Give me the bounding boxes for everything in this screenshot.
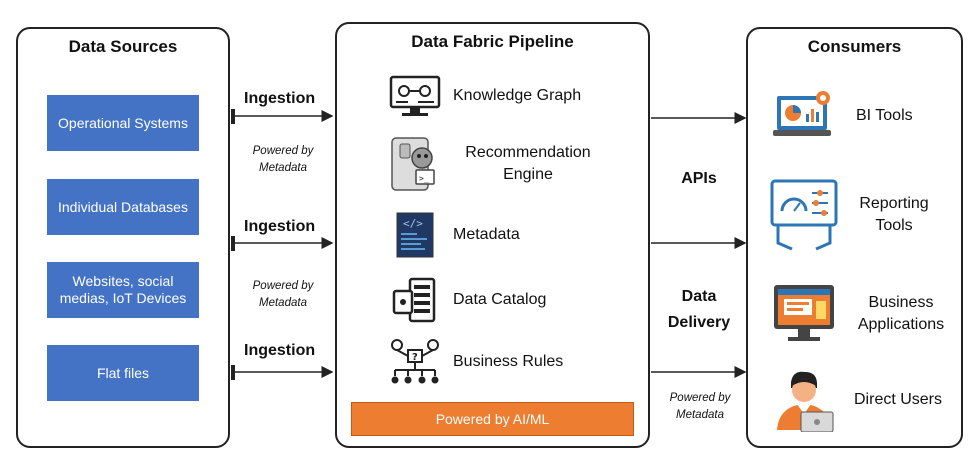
- pipeline-item-recommendation-engine: >_ Recommendation Engine: [387, 132, 603, 196]
- metadata-label-1: Powered by Metadata: [252, 145, 314, 174]
- pipeline-item-knowledge-graph: Knowledge Graph: [387, 72, 581, 120]
- ingestion-arrow-1: [231, 109, 334, 124]
- svg-text:>_: >_: [419, 174, 429, 183]
- ingestion-label-1: Ingestion: [244, 90, 316, 107]
- powered-by-ai-ml-bar: Powered by AI/ML: [351, 402, 634, 436]
- data-sources-title: Data Sources: [68, 37, 178, 56]
- pipeline-panel: Data Fabric Pipeline Knowledge Graph >_ …: [335, 22, 650, 448]
- data-sources-panel: Data Sources Operational Systems Individ…: [16, 27, 230, 448]
- data-delivery-label: Data Delivery: [667, 288, 731, 331]
- consumers-title: Consumers: [807, 37, 902, 56]
- consumer-label-business-applications: Business Applications: [857, 294, 945, 333]
- data-catalog-icon: [387, 276, 443, 324]
- consumer-reporting-tools: Reporting Tools: [768, 175, 936, 255]
- ingestion-label-2: Ingestion: [244, 218, 316, 235]
- source-individual-databases: Individual Databases: [47, 179, 199, 235]
- pipeline-label-metadata: Metadata: [453, 226, 520, 243]
- consumers-panel: Consumers BI Tools Reporting Tools Busin…: [746, 27, 963, 448]
- pipeline-label-data-catalog: Data Catalog: [453, 291, 547, 308]
- metadata-label-3: Powered by Metadata: [669, 392, 731, 421]
- ingestion-arrow-2: [231, 236, 334, 251]
- pipeline-title: Data Fabric Pipeline: [411, 32, 574, 51]
- svg-text:</>: </>: [403, 217, 423, 230]
- knowledge-graph-icon: [387, 72, 443, 120]
- svg-text:?: ?: [412, 352, 418, 363]
- business-rules-icon: ?: [387, 338, 443, 386]
- business-applications-icon: [768, 281, 840, 347]
- consumer-label-reporting-tools: Reporting Tools: [859, 195, 929, 234]
- reporting-tools-icon: [768, 175, 840, 255]
- source-websites-iot: Websites, social medias, IoT Devices: [47, 262, 199, 318]
- consumer-business-applications: Business Applications: [768, 281, 956, 347]
- code-document-icon: </>: [387, 211, 443, 259]
- pipeline-label-recommendation-engine: Recommendation Engine: [465, 144, 591, 183]
- pipeline-item-business-rules: ? Business Rules: [387, 338, 563, 386]
- bi-tools-icon: [768, 85, 840, 147]
- consumer-bi-tools: BI Tools: [768, 85, 913, 147]
- robot-icon: >_: [387, 132, 443, 196]
- source-operational-systems: Operational Systems: [47, 95, 199, 151]
- consumer-direct-users: Direct Users: [768, 367, 942, 433]
- ingestion-label-3: Ingestion: [244, 342, 316, 359]
- pipeline-label-business-rules: Business Rules: [453, 353, 564, 370]
- pipeline-item-data-catalog: Data Catalog: [387, 276, 546, 324]
- ingestion-arrow-3: [231, 365, 334, 380]
- user-laptop-icon: [768, 367, 840, 433]
- apis-label: APIs: [681, 170, 717, 187]
- consumer-label-bi-tools: BI Tools: [856, 107, 913, 124]
- consumer-label-direct-users: Direct Users: [854, 391, 943, 408]
- metadata-label-2: Powered by Metadata: [252, 280, 314, 309]
- pipeline-label-knowledge-graph: Knowledge Graph: [453, 87, 582, 104]
- pipeline-item-metadata: </> Metadata: [387, 211, 520, 259]
- source-flat-files: Flat files: [47, 345, 199, 401]
